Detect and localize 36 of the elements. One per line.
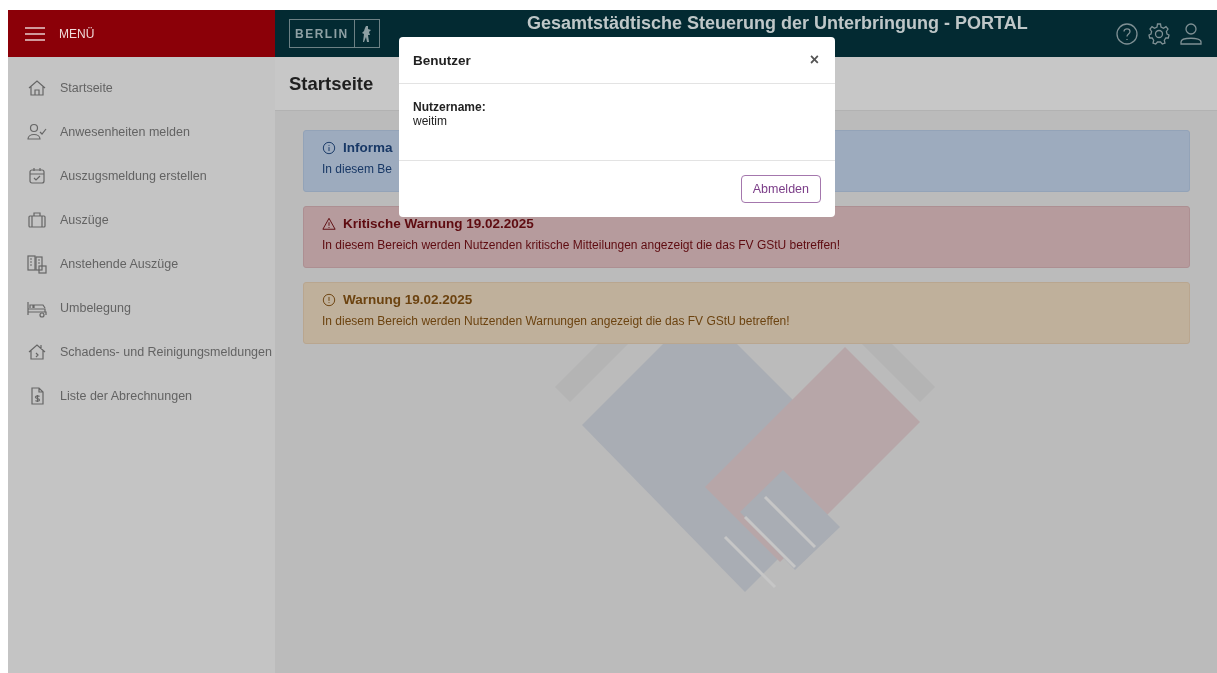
dialog-title: Benutzer [413,52,471,68]
sidebar-item[interactable]: Anstehende Auszüge [8,242,275,286]
field-label: Nutzername: [413,100,487,114]
page-title: Startseite [289,72,374,95]
sidebar-item[interactable]: Schadens- und Reinigungsmeldungen [8,330,275,374]
buildings-icon [26,254,48,274]
berlin-logo: BERLIN [289,19,380,48]
alert-title: Informa [343,140,393,155]
person-check-icon [27,122,47,142]
field-value: weitim [413,114,447,128]
exclamation-circle-icon [322,292,336,307]
sidebar-item[interactable]: Auszüge [8,198,275,242]
house-arrow-icon [27,342,47,362]
warning-triangle-icon [322,216,336,231]
sidebar-item[interactable]: Startseite [8,66,275,110]
menu-icon [25,25,45,42]
alert-title: Warnung 19.02.2025 [343,292,473,307]
sidebar-item[interactable]: Liste der Abrechnungen [8,374,275,418]
alert-text: In diesem Bereich werden Nutzenden kritische Mitteilungen angezeigt die das FV GStU betreffen! [322,238,842,252]
suitcase-icon [27,210,47,230]
alert-text: In diesem Be [322,162,394,176]
house-icon [27,78,47,98]
calendar-check-icon [27,166,47,186]
close-button[interactable]: × [807,51,821,69]
settings-icon[interactable] [1147,21,1171,46]
info-icon [322,140,336,155]
menu-button[interactable]: MENÜ [25,25,95,42]
sidebar-item[interactable]: Anwesenheiten melden [8,110,275,154]
sidebar-item[interactable]: Auszugsmeldung erstellen [8,154,275,198]
user-icon[interactable] [1179,21,1203,46]
alert-title: Kritische Warnung 19.02.2025 [343,216,534,231]
logout-button[interactable]: Abmelden [740,175,821,203]
alert-text: In diesem Bereich werden Nutzenden Warnungen angezeigt die das FV GStU betreffen! [322,314,791,328]
help-icon[interactable] [1115,21,1139,46]
sidebar-item[interactable]: Umbelegung [8,286,275,330]
portal-title: Gesamtstädtische Steuerung der Unterbringung - PORTAL [525,13,1029,33]
